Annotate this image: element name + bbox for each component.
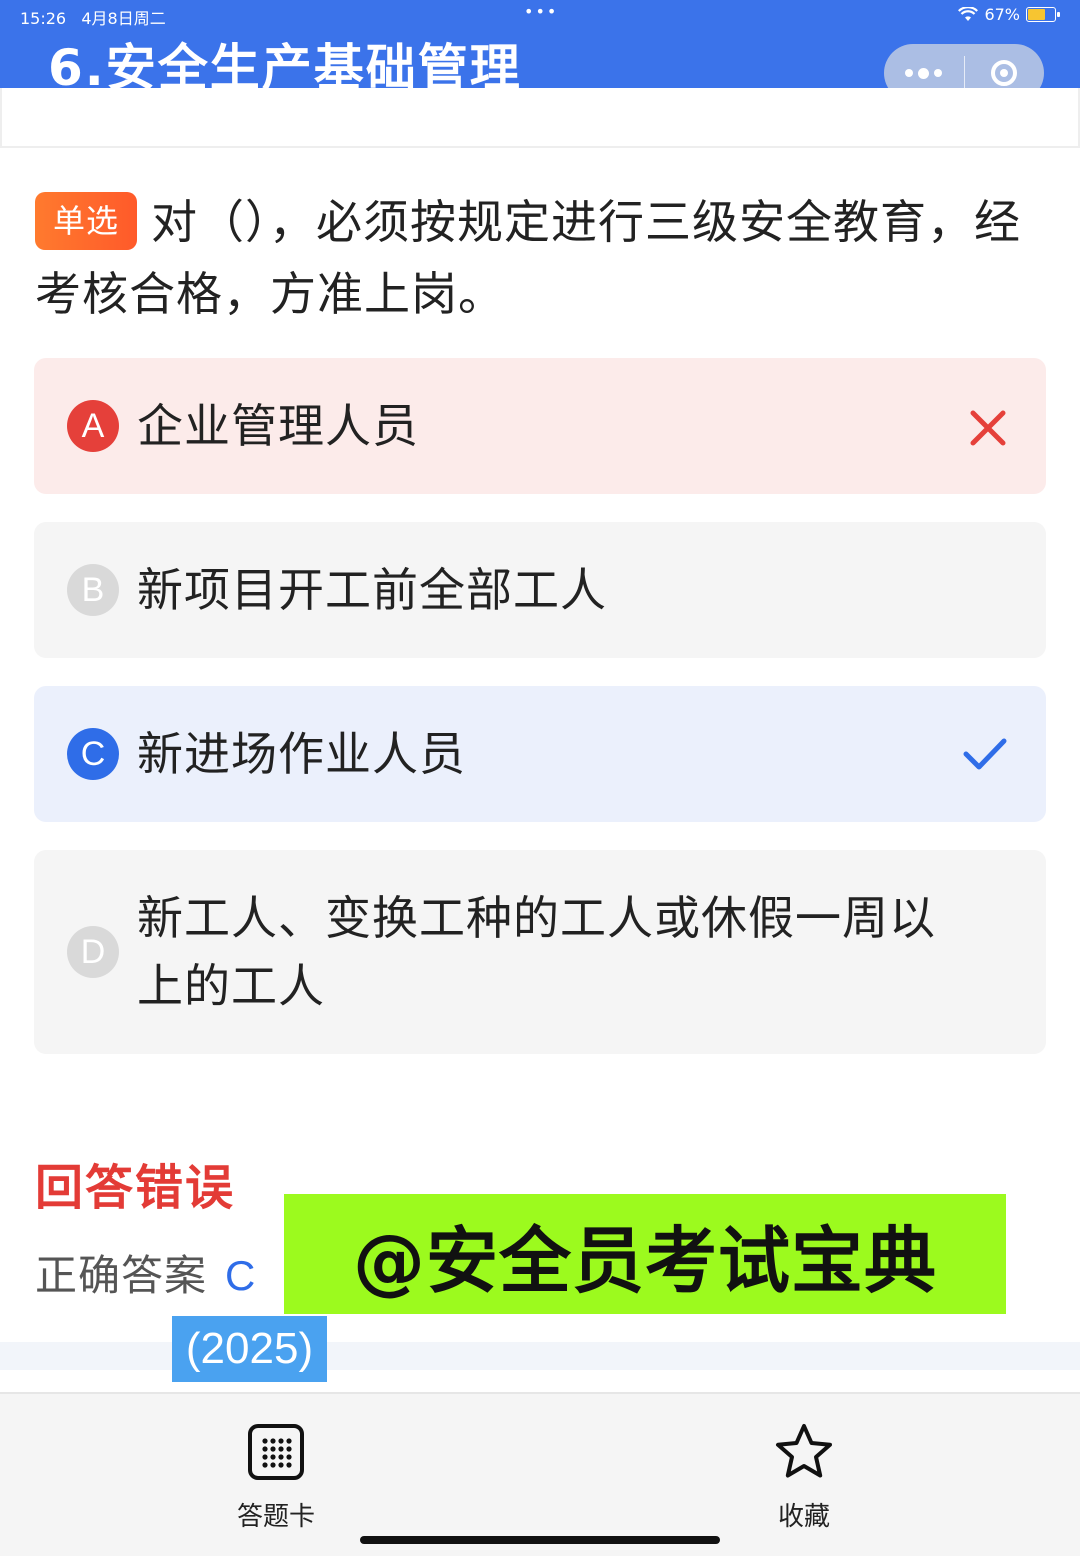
option-key-badge: B <box>67 564 119 616</box>
dot-icon <box>934 69 943 77</box>
option-text: 新工人、变换工种的工人或休假一周以上的工人 <box>137 891 936 1013</box>
option-text: 新进场作业人员 <box>137 727 466 781</box>
more-menu-button[interactable] <box>884 67 964 79</box>
option-b[interactable]: B 新项目开工前全部工人 <box>34 522 1046 658</box>
wifi-icon <box>958 6 979 21</box>
top-bar: 15:26 4月8日周二 ••• 67% 6.安全生产基础管理 <box>0 0 1080 102</box>
option-key-badge: C <box>67 728 119 780</box>
answer-result: 回答错误 <box>35 1160 236 1216</box>
check-icon <box>963 738 1007 770</box>
progress-card <box>0 88 1080 148</box>
status-date: 4月8日周二 <box>81 9 166 28</box>
dot-icon <box>918 67 930 79</box>
option-c[interactable]: C 新进场作业人员 <box>34 686 1046 822</box>
cross-icon <box>970 410 1006 446</box>
grid-icon <box>248 1424 304 1480</box>
answer-card-label: 答题卡 <box>236 1502 315 1532</box>
home-indicator[interactable] <box>360 1536 720 1544</box>
question-block: 单选 对（），必须按规定进行三级安全教育，经考核合格，方准上岗。 <box>35 186 1045 330</box>
card-edge <box>0 88 2 146</box>
correct-answer-line: 正确答案 C <box>35 1242 256 1303</box>
close-program-button[interactable] <box>965 60 1045 86</box>
battery-icon <box>1026 7 1060 22</box>
favorite-button[interactable]: 收藏 <box>734 1422 874 1533</box>
section-divider <box>0 1342 1080 1370</box>
status-time: 15:26 <box>20 9 67 28</box>
correct-answer-value: C <box>225 1252 257 1299</box>
star-icon <box>776 1424 832 1478</box>
dot-icon <box>905 69 914 77</box>
watermark-banner: @安全员考试宝典 <box>284 1194 1006 1314</box>
multitask-dots[interactable]: ••• <box>524 2 558 21</box>
question-text: 对（），必须按规定进行三级安全教育，经考核合格，方准上岗。 <box>35 195 1022 321</box>
battery-fill <box>1028 9 1045 20</box>
option-text: 新项目开工前全部工人 <box>137 563 607 617</box>
option-d[interactable]: D 新工人、变换工种的工人或休假一周以上的工人 <box>34 850 1046 1054</box>
option-a[interactable]: A 企业管理人员 <box>34 358 1046 494</box>
battery-cap <box>1057 12 1060 17</box>
bottom-nav: 答题卡 收藏 <box>0 1392 1080 1556</box>
option-key-badge: D <box>67 926 119 978</box>
target-icon <box>991 60 1018 86</box>
option-key-badge: A <box>67 400 119 452</box>
status-right: 67% <box>958 5 1060 24</box>
answer-card-button[interactable]: 答题卡 <box>206 1422 346 1533</box>
question-type-tag: 单选 <box>35 192 138 250</box>
status-time-date: 15:26 4月8日周二 <box>20 5 166 29</box>
favorite-label: 收藏 <box>777 1502 830 1532</box>
battery-percent: 67% <box>984 5 1020 24</box>
year-badge: (2025) <box>172 1316 327 1382</box>
option-text: 企业管理人员 <box>137 399 419 453</box>
correct-answer-label: 正确答案 <box>35 1251 208 1300</box>
